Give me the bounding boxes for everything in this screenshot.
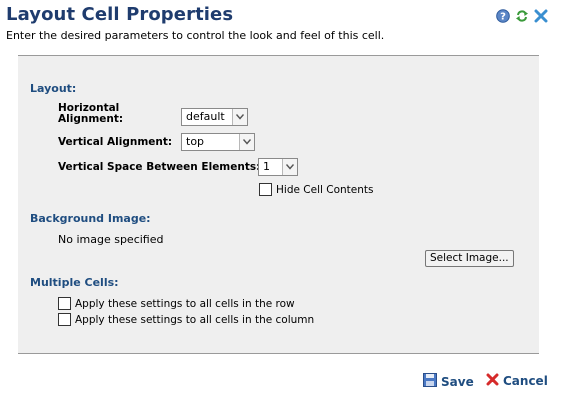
header-icons: ? [496, 9, 548, 23]
background-image-section-label: Background Image: [30, 212, 151, 225]
save-icon [423, 373, 437, 390]
save-button[interactable]: Save [423, 373, 474, 390]
vertical-space-label: Vertical Space Between Elements: [58, 161, 261, 173]
layout-section-label: Layout: [30, 82, 77, 95]
apply-column-label: Apply these settings to all cells in the… [75, 314, 315, 326]
page-subtitle: Enter the desired parameters to control … [6, 29, 385, 42]
close-icon[interactable] [534, 9, 548, 23]
horizontal-alignment-label: Horizontal Alignment: [58, 102, 124, 125]
apply-row-checkbox[interactable] [58, 297, 71, 310]
hide-cell-contents-label: Hide Cell Contents [276, 184, 374, 196]
cancel-button[interactable]: Cancel [486, 373, 548, 389]
chevron-down-icon [232, 109, 247, 125]
chevron-down-icon [239, 134, 254, 150]
multiple-cells-section-label: Multiple Cells: [30, 276, 119, 289]
select-image-button[interactable]: Select Image... [425, 250, 514, 267]
vertical-alignment-label: Vertical Alignment: [58, 136, 173, 148]
background-image-status: No image specified [58, 233, 164, 246]
page-title: Layout Cell Properties [6, 4, 234, 25]
properties-panel: Layout: Horizontal Alignment: default Ve… [18, 55, 539, 354]
cancel-label: Cancel [503, 374, 548, 388]
chevron-down-icon [282, 159, 297, 175]
apply-column-checkbox[interactable] [58, 313, 71, 326]
apply-row-label: Apply these settings to all cells in the… [75, 298, 295, 310]
cancel-x-icon [486, 373, 499, 389]
refresh-icon[interactable] [515, 9, 529, 23]
vertical-space-select[interactable]: 1 [258, 158, 298, 176]
vertical-alignment-select[interactable]: top [181, 133, 255, 151]
svg-text:?: ? [500, 12, 506, 23]
help-icon[interactable]: ? [496, 9, 510, 23]
horizontal-alignment-select[interactable]: default [181, 108, 248, 126]
hide-cell-contents-checkbox[interactable] [259, 183, 272, 196]
save-label: Save [441, 374, 474, 389]
